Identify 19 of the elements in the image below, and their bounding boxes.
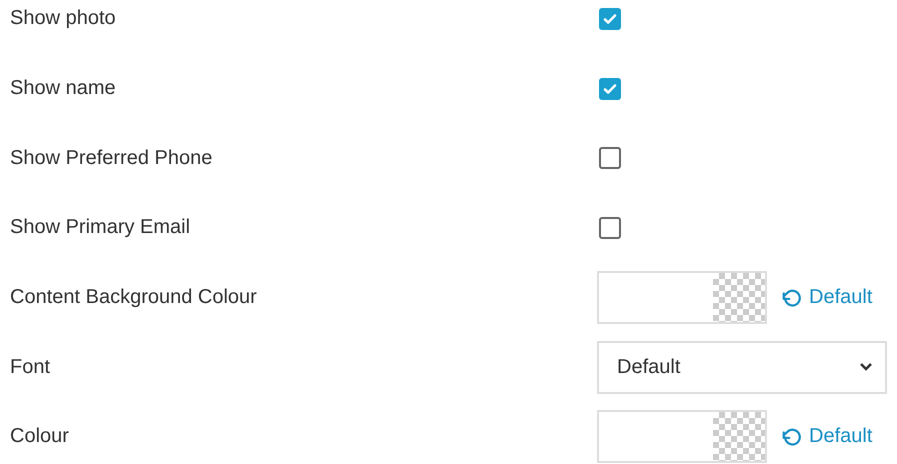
default-link[interactable]: Default (781, 425, 872, 448)
checkbox[interactable] (599, 216, 621, 239)
setting-label: Show name (10, 77, 117, 100)
font-select[interactable]: Default (597, 340, 887, 394)
checkbox[interactable] (599, 8, 621, 30)
undo-icon (781, 286, 803, 309)
default-link[interactable]: Default (781, 286, 872, 310)
setting-label: Content Background Colour (10, 286, 258, 310)
setting-label: Show Preferred Phone (10, 146, 214, 170)
checkbox[interactable] (599, 147, 621, 170)
setting-label: Show photo (10, 7, 117, 30)
undo-icon (781, 426, 803, 448)
color-picker[interactable] (597, 271, 767, 324)
color-picker[interactable] (597, 410, 767, 464)
setting-label: Show Primary Email (10, 216, 192, 240)
checkbox[interactable] (599, 78, 621, 100)
chevron-down-icon (859, 362, 873, 372)
setting-label: Colour (10, 425, 70, 448)
setting-label: Font (10, 356, 52, 379)
